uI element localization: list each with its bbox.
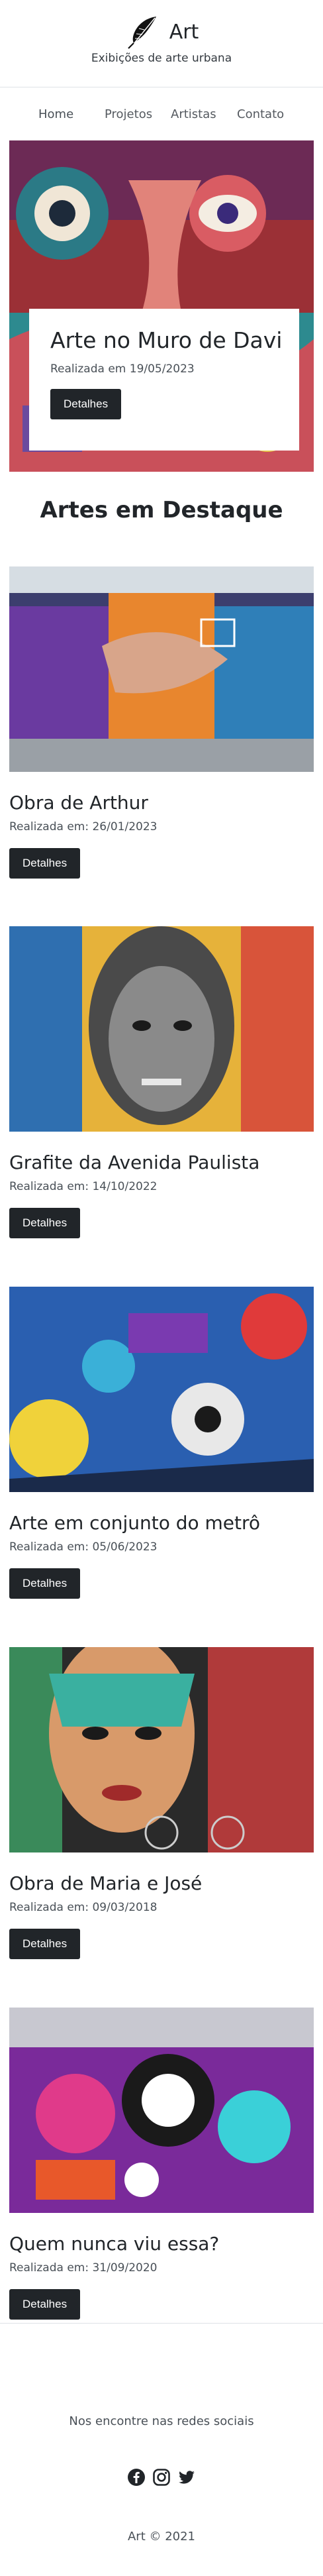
art-date: Realizada em: 09/03/2018 (9, 1901, 158, 1914)
art-card: Arte em conjunto do metrô Realizada em: … (9, 1287, 314, 1599)
art-title: Obra de Arthur (9, 792, 148, 814)
art-title: Grafite da Avenida Paulista (9, 1152, 260, 1173)
site-header: Art Exibições de arte urbana (0, 0, 323, 87)
hero-banner: Arte no Muro de Davi Realizada em 19/05/… (9, 140, 314, 472)
details-button[interactable]: Detalhes (9, 1568, 81, 1599)
art-image[interactable] (9, 926, 314, 1132)
social-links (0, 2468, 323, 2487)
art-image[interactable] (9, 2008, 314, 2213)
facebook-icon[interactable] (127, 2468, 146, 2487)
art-image[interactable] (9, 1287, 314, 1492)
art-card: Quem nunca viu essa? Realizada em: 31/09… (9, 2008, 314, 2320)
featured-section-title: Artes em Destaque (40, 497, 283, 523)
art-title: Arte em conjunto do metrô (9, 1512, 261, 1534)
nav-projetos[interactable]: Projetos (105, 107, 152, 121)
nav-contato[interactable]: Contato (237, 107, 284, 121)
hero-card: Arte no Muro de Davi Realizada em 19/05/… (29, 309, 299, 451)
art-date: Realizada em: 05/06/2023 (9, 1540, 158, 1554)
tagline: Exibições de arte urbana (91, 52, 232, 65)
art-title: Obra de Maria e José (9, 1872, 203, 1894)
hero-title: Arte no Muro de Davi (50, 327, 283, 353)
footer-divider (0, 2323, 323, 2324)
instagram-icon[interactable] (152, 2468, 171, 2487)
copyright: Art © 2021 (127, 2530, 196, 2544)
details-button[interactable]: Detalhes (9, 2289, 81, 2320)
brand[interactable]: Art (0, 13, 323, 50)
brand-name: Art (169, 20, 199, 44)
art-card: Grafite da Avenida Paulista Realizada em… (9, 926, 314, 1238)
nav-artistas[interactable]: Artistas (171, 107, 216, 121)
details-button[interactable]: Detalhes (9, 848, 81, 879)
art-card: Obra de Maria e José Realizada em: 09/03… (9, 1647, 314, 1959)
art-title: Quem nunca viu essa? (9, 2233, 220, 2255)
art-date: Realizada em: 14/10/2022 (9, 1180, 158, 1193)
twitter-icon[interactable] (177, 2468, 196, 2487)
details-button[interactable]: Detalhes (9, 1929, 81, 1959)
art-image[interactable] (9, 1647, 314, 1852)
art-image[interactable] (9, 566, 314, 772)
feather-quill-icon (124, 14, 160, 50)
art-card: Obra de Arthur Realizada em: 26/01/2023 … (9, 566, 314, 879)
art-date: Realizada em: 26/01/2023 (9, 820, 158, 833)
art-date: Realizada em: 31/09/2020 (9, 2261, 158, 2275)
hero-details-button[interactable]: Detalhes (50, 389, 122, 419)
nav-home[interactable]: Home (38, 107, 73, 121)
social-text: Nos encontre nas redes sociais (69, 2414, 254, 2428)
details-button[interactable]: Detalhes (9, 1208, 81, 1238)
hero-date: Realizada em 19/05/2023 (50, 362, 195, 376)
main-nav: Home Projetos Artistas Contato (0, 103, 323, 130)
